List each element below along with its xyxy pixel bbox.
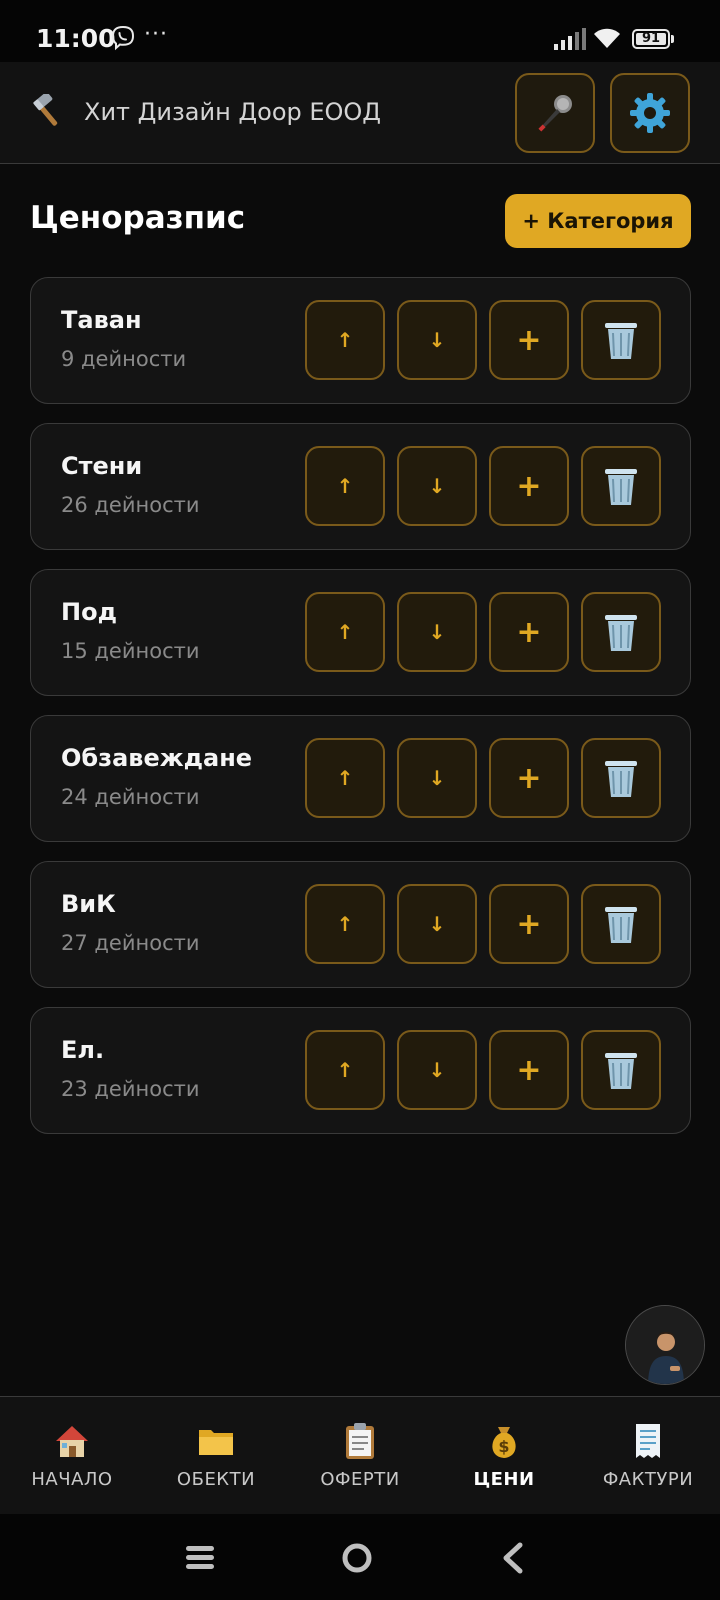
- move-up-button[interactable]: ↑: [305, 738, 385, 818]
- hammer-icon: [33, 94, 58, 126]
- category-name: Под: [61, 598, 117, 626]
- add-item-button[interactable]: +: [489, 884, 569, 964]
- menu-icon[interactable]: [180, 1538, 220, 1578]
- add-item-button[interactable]: +: [489, 300, 569, 380]
- add-category-button[interactable]: + Категория: [505, 194, 691, 248]
- category-card[interactable]: Таван 9 дейности ↑ ↓ +: [30, 277, 691, 404]
- move-down-button[interactable]: ↓: [397, 446, 477, 526]
- trash-icon: [605, 615, 637, 651]
- nav-item-invoices[interactable]: ФАКТУРИ: [576, 1397, 720, 1515]
- category-card[interactable]: Под 15 дейности ↑ ↓ +: [30, 569, 691, 696]
- category-count: 9 дейности: [61, 347, 187, 371]
- category-count: 23 дейности: [61, 1077, 200, 1101]
- move-down-button[interactable]: ↓: [397, 884, 477, 964]
- nav-label: ОФЕРТИ: [320, 1469, 400, 1490]
- trash-icon: [605, 761, 637, 797]
- nav-item-offers[interactable]: ОФЕРТИ: [288, 1397, 432, 1515]
- category-card[interactable]: Ел. 23 дейности ↑ ↓ +: [30, 1007, 691, 1134]
- move-up-button[interactable]: ↑: [305, 1030, 385, 1110]
- system-nav-bar: [0, 1514, 720, 1600]
- battery-level: 91: [641, 31, 661, 46]
- move-up-button[interactable]: ↑: [305, 592, 385, 672]
- category-count: 26 дейности: [61, 493, 200, 517]
- clipboard-icon: [346, 1423, 374, 1459]
- move-down-button[interactable]: ↓: [397, 738, 477, 818]
- home-circle-icon[interactable]: [337, 1538, 377, 1578]
- move-up-button[interactable]: ↑: [305, 300, 385, 380]
- wifi-icon: [594, 28, 620, 48]
- money-bag-icon: $: [492, 1427, 516, 1458]
- trash-icon: [605, 1053, 637, 1089]
- add-item-button[interactable]: +: [489, 592, 569, 672]
- page-title: Ценоразпис: [30, 200, 246, 236]
- nav-item-home[interactable]: НАЧАЛО: [0, 1397, 144, 1515]
- category-name: Стени: [61, 452, 143, 480]
- add-item-button[interactable]: +: [489, 1030, 569, 1110]
- category-card[interactable]: Стени 26 дейности ↑ ↓ +: [30, 423, 691, 550]
- move-up-button[interactable]: ↑: [305, 884, 385, 964]
- nav-label: ОБЕКТИ: [176, 1469, 256, 1490]
- microphone-icon: [538, 95, 572, 132]
- gear-icon: [630, 93, 670, 133]
- back-icon[interactable]: [494, 1538, 534, 1578]
- move-down-button[interactable]: ↓: [397, 1030, 477, 1110]
- trash-icon: [605, 323, 637, 359]
- category-card[interactable]: Обзавеждане 24 дейности ↑ ↓ +: [30, 715, 691, 842]
- category-count: 15 дейности: [61, 639, 200, 663]
- trash-icon: [605, 469, 637, 505]
- app-header: Хит Дизайн Доор ЕООД: [0, 62, 720, 164]
- svg-text:$: $: [498, 1437, 509, 1456]
- settings-button[interactable]: [610, 73, 690, 153]
- voice-input-button[interactable]: [515, 73, 595, 153]
- move-down-button[interactable]: ↓: [397, 592, 477, 672]
- house-icon: [56, 1426, 88, 1457]
- delete-button[interactable]: [581, 300, 661, 380]
- assistant-avatar-button[interactable]: [625, 1305, 705, 1385]
- company-name: Хит Дизайн Доор ЕООД: [84, 98, 382, 126]
- move-up-button[interactable]: ↑: [305, 446, 385, 526]
- delete-button[interactable]: [581, 884, 661, 964]
- nav-label: ФАКТУРИ: [602, 1469, 694, 1490]
- category-count: 27 дейности: [61, 931, 200, 955]
- delete-button[interactable]: [581, 592, 661, 672]
- category-name: Ел.: [61, 1036, 105, 1064]
- viber-icon: [111, 25, 135, 51]
- nav-label: ЦЕНИ: [473, 1469, 535, 1490]
- folder-icon: [199, 1430, 233, 1455]
- receipt-icon: [636, 1424, 660, 1458]
- battery-icon: 91: [632, 29, 674, 51]
- bottom-nav: НАЧАЛО ОБЕКТИ ОФЕРТИ $ ЦЕНИ ФАКТУРИ: [0, 1396, 720, 1514]
- delete-button[interactable]: [581, 1030, 661, 1110]
- nav-item-objects[interactable]: ОБЕКТИ: [144, 1397, 288, 1515]
- category-name: Таван: [61, 306, 142, 334]
- status-time: 11:00: [36, 24, 116, 53]
- add-item-button[interactable]: +: [489, 446, 569, 526]
- app-screen: 11:00 ··· 91 Хит Дизайн Доор ЕООД Ценора…: [0, 0, 720, 1600]
- category-name: ВиК: [61, 890, 116, 918]
- nav-item-prices[interactable]: $ ЦЕНИ: [432, 1397, 576, 1515]
- trash-icon: [605, 907, 637, 943]
- delete-button[interactable]: [581, 446, 661, 526]
- category-card[interactable]: ВиК 27 дейности ↑ ↓ +: [30, 861, 691, 988]
- move-down-button[interactable]: ↓: [397, 300, 477, 380]
- notification-dots: ···: [144, 22, 168, 47]
- add-item-button[interactable]: +: [489, 738, 569, 818]
- status-bar: 11:00 ··· 91: [0, 0, 720, 62]
- avatar: [626, 1306, 704, 1384]
- category-count: 24 дейности: [61, 785, 200, 809]
- delete-button[interactable]: [581, 738, 661, 818]
- nav-label: НАЧАЛО: [31, 1469, 113, 1490]
- category-name: Обзавеждане: [61, 744, 253, 772]
- signal-icon: [554, 28, 586, 50]
